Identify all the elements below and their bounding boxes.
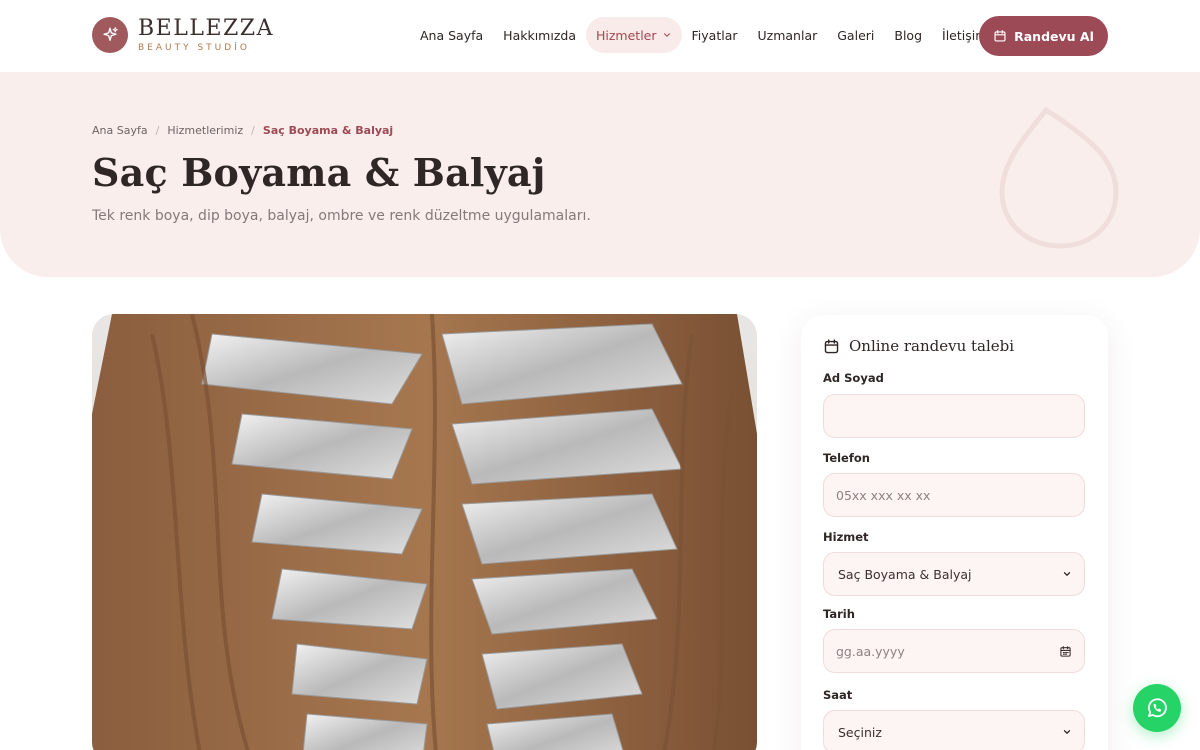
breadcrumb: Ana Sayfa / Hizmetlerimiz / Saç Boyama &…: [92, 124, 393, 137]
sparkle-icon: [92, 17, 128, 53]
chevron-down-icon: [1062, 727, 1072, 737]
nav-item-ana-sayfa[interactable]: Ana Sayfa: [410, 17, 493, 53]
appointment-form-card: Online randevu talebi Ad Soyad Telefon 0…: [801, 315, 1108, 750]
brand-tagline: BEAUTY STUDİO: [138, 42, 250, 53]
form-title-text: Online randevu talebi: [849, 337, 1015, 355]
water-drop-icon: [996, 106, 1124, 256]
name-input[interactable]: [823, 394, 1085, 438]
date-input[interactable]: gg.aa.yyyy: [823, 629, 1085, 673]
whatsapp-button[interactable]: [1133, 684, 1181, 732]
main-nav: Ana Sayfa Hakkımızda Hizmetler Fiyatlar …: [410, 17, 997, 53]
date-placeholder: gg.aa.yyyy: [836, 643, 905, 659]
breadcrumb-home[interactable]: Ana Sayfa: [92, 124, 148, 137]
time-label: Saat: [823, 688, 853, 702]
page-description: Tek renk boya, dip boya, balyaj, ombre v…: [92, 208, 591, 224]
calendar-icon: [993, 29, 1007, 43]
service-photo: [92, 314, 757, 750]
time-selected: Seçiniz: [838, 724, 882, 740]
nav-item-uzmanlar[interactable]: Uzmanlar: [748, 17, 828, 53]
breadcrumb-services[interactable]: Hizmetlerimiz: [167, 124, 243, 137]
nav-item-fiyatlar[interactable]: Fiyatlar: [682, 17, 748, 53]
chevron-down-icon: [662, 28, 672, 43]
breadcrumb-separator: /: [251, 124, 255, 137]
nav-item-blog[interactable]: Blog: [884, 17, 932, 53]
breadcrumb-separator: /: [155, 124, 160, 137]
service-select[interactable]: Saç Boyama & Balyaj: [823, 552, 1085, 596]
nav-item-hizmetler[interactable]: Hizmetler: [586, 17, 682, 53]
nav-item-label: Hizmetler: [596, 27, 657, 43]
phone-label: Telefon: [823, 451, 870, 465]
service-label: Hizmet: [823, 530, 869, 544]
page-hero: Ana Sayfa / Hizmetlerimiz / Saç Boyama &…: [0, 72, 1200, 277]
brand-logo[interactable]: BELLEZZA BEAUTY STUDİO: [92, 17, 274, 53]
whatsapp-icon: [1145, 696, 1169, 720]
time-select[interactable]: Seçiniz: [823, 710, 1085, 750]
book-appointment-label: Randevu Al: [1014, 28, 1094, 44]
service-selected: Saç Boyama & Balyaj: [838, 566, 972, 582]
chevron-down-icon: [1062, 569, 1072, 579]
page-title: Saç Boyama & Balyaj: [92, 150, 546, 195]
form-title: Online randevu talebi: [823, 337, 1014, 355]
breadcrumb-current: Saç Boyama & Balyaj: [262, 124, 394, 137]
site-header: BELLEZZA BEAUTY STUDİO Ana Sayfa Hakkımı…: [0, 0, 1200, 72]
brand-name: BELLEZZA: [138, 15, 274, 41]
date-label: Tarih: [823, 607, 855, 621]
nav-item-galeri[interactable]: Galeri: [827, 17, 884, 53]
calendar-picker-icon[interactable]: [1059, 645, 1072, 658]
nav-item-hakkimizda[interactable]: Hakkımızda: [493, 17, 586, 53]
book-appointment-button[interactable]: Randevu Al: [979, 16, 1108, 56]
phone-placeholder: 05xx xxx xx xx: [836, 487, 931, 503]
phone-input[interactable]: 05xx xxx xx xx: [823, 473, 1085, 517]
name-label: Ad Soyad: [823, 371, 884, 385]
calendar-icon: [823, 338, 840, 355]
